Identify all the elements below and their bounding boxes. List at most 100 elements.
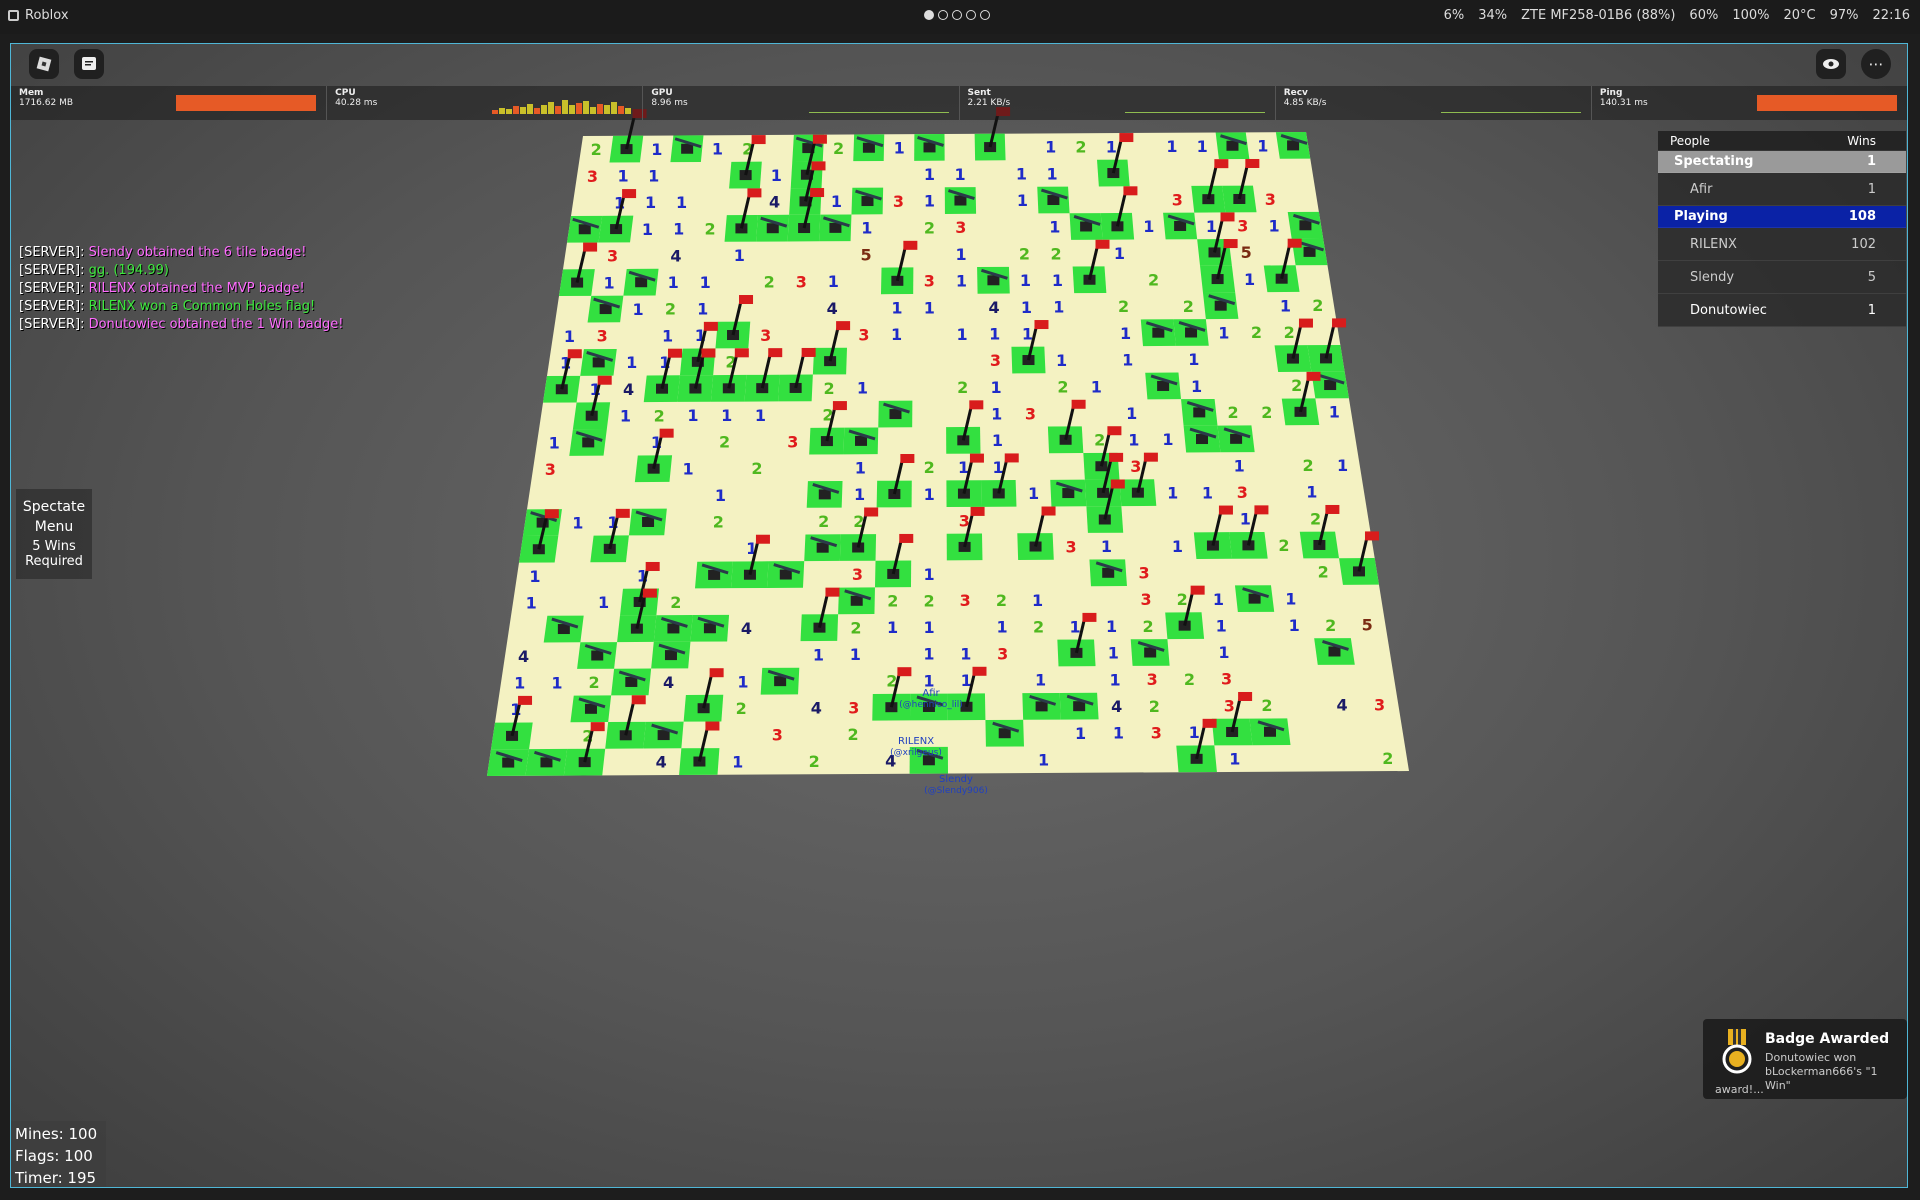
tile-number: 2	[818, 512, 829, 531]
tile-number: 1	[891, 325, 902, 344]
tile-number: 4	[827, 299, 838, 318]
tile-number: 4	[1111, 697, 1122, 716]
flag-icon	[615, 508, 630, 518]
roblox-menu-button[interactable]	[29, 49, 59, 79]
flag-icon	[801, 347, 816, 357]
stat-ping: Ping 140.31 ms	[1592, 86, 1907, 120]
tile-number: 3	[545, 460, 556, 479]
chat-toggle-button[interactable]	[74, 49, 104, 79]
tile-number: 1	[1016, 165, 1027, 184]
tile-number: 4	[518, 647, 529, 666]
team-row-spectating[interactable]: Spectating 1	[1658, 151, 1906, 173]
flag-icon	[642, 588, 657, 598]
mines-count: Mines: 100	[15, 1125, 98, 1143]
tile-number: 1	[549, 434, 560, 453]
chat-text: RILENX obtained the MVP badge!	[84, 281, 305, 296]
flag-icon	[897, 667, 912, 677]
tile-number: 3	[787, 432, 798, 451]
flag-icon	[751, 135, 766, 145]
tile-number: 1	[1167, 483, 1178, 502]
player-row[interactable]: Donutowiec 1	[1658, 294, 1906, 327]
tile-number: 3	[858, 325, 869, 344]
cpu-usage: 6%	[1443, 8, 1465, 23]
tile-number: 3	[990, 351, 1001, 370]
tile-number: 2	[1075, 138, 1086, 157]
player-row[interactable]: Afir 1	[1658, 173, 1906, 206]
tile-number: 2	[1227, 403, 1238, 422]
team-row-playing[interactable]: Playing 108	[1658, 206, 1906, 228]
chat-message: [SERVER]: RILENX obtained the MVP badge!	[19, 280, 343, 298]
ellipsis-icon: ⋯	[1868, 55, 1884, 73]
workspace-dot[interactable]	[938, 10, 948, 20]
flag-icon	[1287, 238, 1302, 248]
flag-icon	[812, 134, 827, 144]
tile-number: 1	[1122, 350, 1133, 369]
more-options-button[interactable]: ⋯	[1861, 49, 1891, 79]
player-name: RILENX	[1690, 236, 1737, 252]
tile-number: 2	[591, 140, 602, 159]
app-label[interactable]: Roblox	[8, 8, 69, 23]
tile-number: 1	[620, 407, 631, 426]
tile-number: 1	[989, 325, 1000, 344]
flag-icon	[1223, 239, 1238, 249]
flag-icon	[739, 295, 754, 305]
flag-icon	[1004, 453, 1019, 463]
flag-icon	[597, 375, 612, 385]
flag-icon	[747, 188, 762, 198]
brightness-level[interactable]: 60%	[1689, 8, 1718, 23]
tile-number: 2	[654, 406, 665, 425]
tile-number: 4	[741, 619, 752, 638]
minesweeper-board[interactable]: 2 1 1 2 2 1 1 2 1 1 1 13 1 1 1 1 1 1 11 1 1 4 1 3 1 1 3 31 1 2 1 2 3 1 1 1 3…	[11, 44, 1908, 1188]
flag-icon	[518, 695, 533, 705]
workspace-dot[interactable]	[966, 10, 976, 20]
player-row[interactable]: Slendy 5	[1658, 261, 1906, 294]
flag-icon	[972, 666, 987, 676]
tile-number: 1	[1172, 537, 1183, 556]
workspace-dot[interactable]	[980, 10, 990, 20]
tile-number: 1	[956, 271, 967, 290]
tile-number: 1	[1213, 590, 1224, 609]
tile-number: 1	[1020, 271, 1031, 290]
flag-icon	[1109, 452, 1124, 462]
player-row[interactable]: RILENX 102	[1658, 228, 1906, 261]
workspace-switcher[interactable]	[924, 10, 990, 20]
spectate-button[interactable]: Spectate	[16, 499, 92, 515]
chat-icon	[82, 57, 96, 70]
flag-icon	[709, 668, 724, 678]
cpu-graph-bar	[548, 102, 555, 114]
tile-number: 2	[1051, 244, 1062, 263]
tile-number: 1	[924, 565, 935, 584]
workspace-dot[interactable]	[952, 10, 962, 20]
cpu-graph-bar	[604, 105, 611, 114]
cpu-graph-bar	[562, 100, 569, 114]
tile-number: 3	[587, 167, 598, 186]
tile-number: 2	[1183, 297, 1194, 316]
flag-icon	[705, 721, 720, 731]
tile-number: 1	[632, 300, 643, 319]
tile-number: 1	[1032, 591, 1043, 610]
roblox-game-viewport[interactable]: 2112211211113111111111141311331121231113…	[10, 43, 1908, 1188]
flag-icon	[899, 533, 914, 543]
flag-icon	[755, 534, 770, 544]
menu-button[interactable]: Menu	[16, 519, 92, 535]
os-top-bar: Roblox 6% 34% ZTE MF258-01B6 (88%) 60% 1…	[0, 0, 1920, 34]
tile-number: 2	[1382, 749, 1393, 768]
tile-number: 4	[1336, 696, 1347, 715]
tile-number: 1	[715, 486, 726, 505]
flag-icon	[1202, 718, 1217, 728]
badge-awarded-toast[interactable]: Badge Awarded Donutowiec won bLockerman6…	[1703, 1019, 1907, 1099]
stat-recv: Recv 4.85 KB/s	[1276, 86, 1592, 120]
medal-icon	[1722, 1029, 1752, 1074]
flag-icon	[969, 453, 984, 463]
tile-number: 1	[956, 325, 967, 344]
workspace-dot[interactable]	[924, 10, 934, 20]
tile-number: 1	[700, 273, 711, 292]
network-name[interactable]: ZTE MF258-01B6 (88%)	[1521, 8, 1675, 23]
volume-level[interactable]: 100%	[1732, 8, 1769, 23]
spectate-eye-button[interactable]	[1816, 49, 1846, 79]
gpu-graph	[808, 94, 949, 113]
tile-number: 1	[1337, 456, 1348, 475]
tile-number: 4	[670, 246, 681, 265]
tile-number: 3	[607, 247, 618, 266]
side-menu: Spectate Menu 5 Wins Required	[16, 489, 92, 579]
